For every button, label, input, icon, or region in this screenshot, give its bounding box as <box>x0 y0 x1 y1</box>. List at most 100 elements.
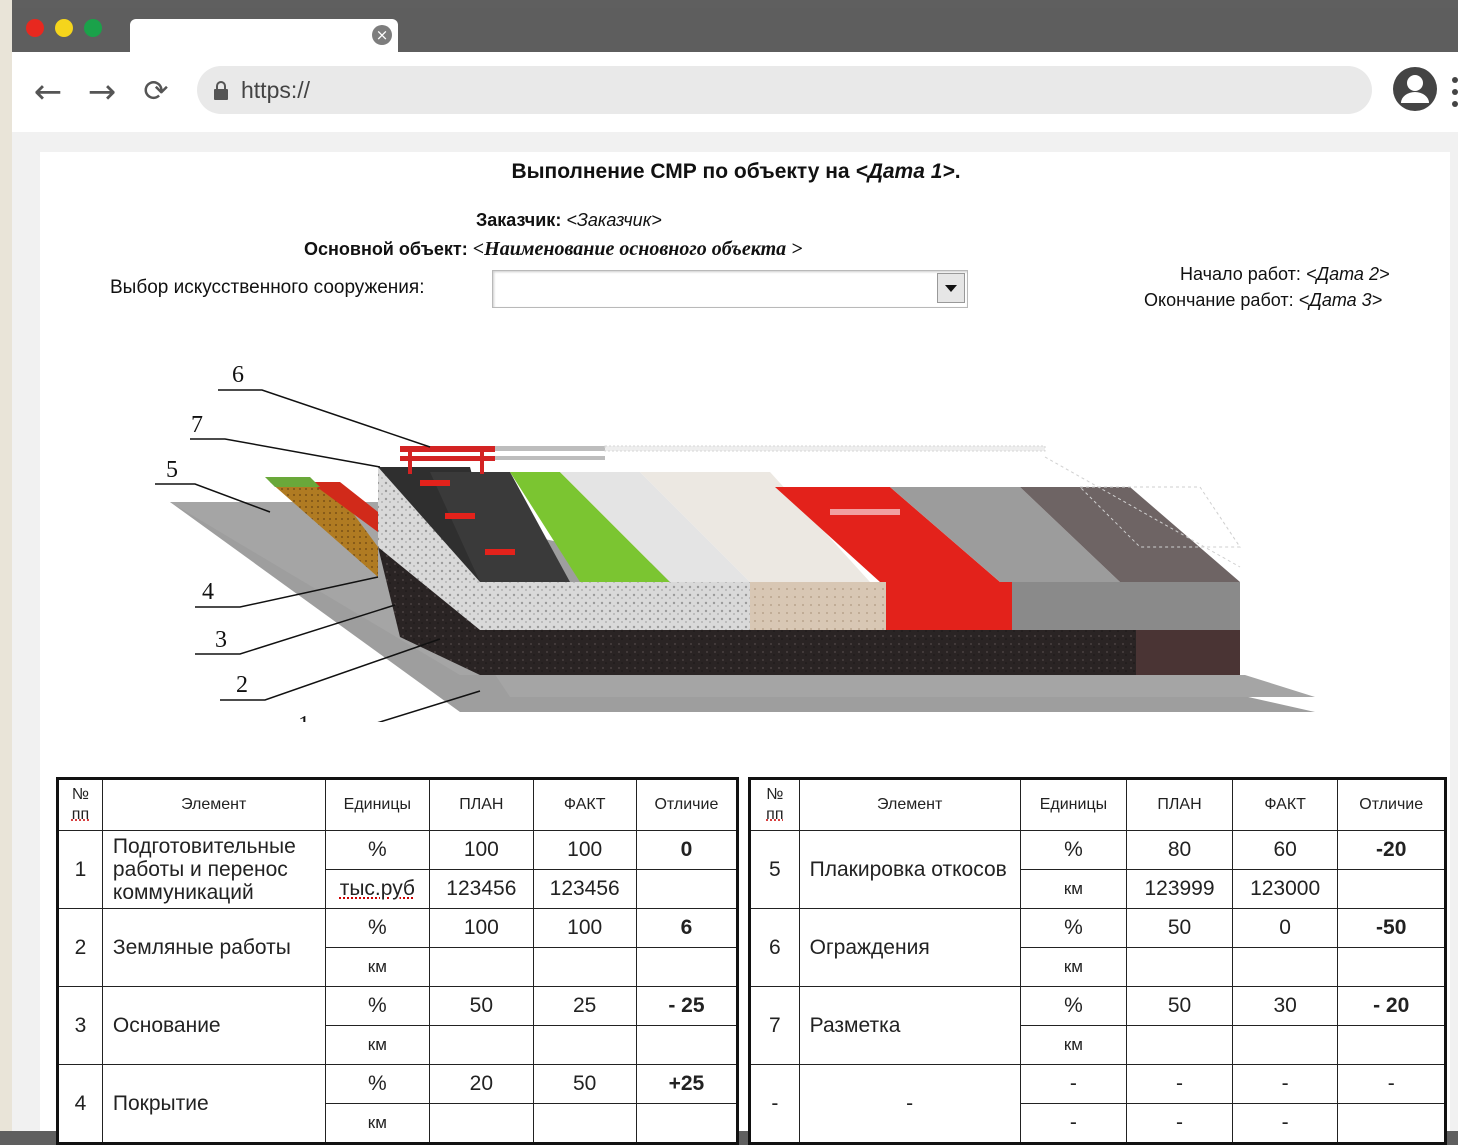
forward-arrow-icon[interactable]: → <box>80 70 124 114</box>
row-fact: 100 <box>532 908 637 948</box>
row-fact <box>532 1103 637 1144</box>
callout-4: 4 <box>202 579 214 605</box>
row-number: 2 <box>57 908 103 987</box>
row-fact: 100 <box>532 830 637 870</box>
background-window-edge <box>0 0 12 1131</box>
row-fact <box>532 947 637 987</box>
row-unit: % <box>1019 830 1128 870</box>
close-window-button[interactable] <box>26 19 44 37</box>
row-diff <box>1337 1103 1446 1144</box>
end-date-line: Окончание работ: <Дата 3> <box>1144 290 1382 311</box>
table-header-row: № пп Элемент Единицы ПЛАН ФАКТ Отличие <box>749 778 1446 831</box>
row-plan <box>1126 947 1233 987</box>
customer-line: Заказчик: <Заказчик> <box>476 210 662 231</box>
row-element: Основание <box>101 986 326 1065</box>
row-element: Разметка <box>798 986 1021 1065</box>
row-unit: % <box>324 1064 431 1104</box>
header-num: № пп <box>749 778 800 831</box>
customer-value: <Заказчик> <box>566 210 662 230</box>
row-element: Покрытие <box>101 1064 326 1144</box>
row-unit: - <box>1019 1064 1128 1104</box>
reload-icon[interactable]: ⟳ <box>134 70 178 114</box>
row-unit: тыс.руб <box>324 869 431 909</box>
tab-close-icon[interactable]: × <box>372 25 392 45</box>
start-date-line: Начало работ: <Дата 2> <box>1180 264 1389 285</box>
header-plan: ПЛАН <box>429 778 534 831</box>
row-fact: 60 <box>1231 830 1339 870</box>
row-plan: 50 <box>1126 908 1233 948</box>
row-diff: - <box>1337 1064 1446 1104</box>
row-diff: - 20 <box>1337 986 1446 1026</box>
header-plan: ПЛАН <box>1126 778 1233 831</box>
row-plan: 20 <box>429 1064 534 1104</box>
row-fact <box>532 1025 637 1065</box>
row-element: Земляные работы <box>101 908 326 987</box>
maximize-window-button[interactable] <box>84 19 102 37</box>
row-fact: 50 <box>532 1064 637 1104</box>
row-fact: 0 <box>1231 908 1339 948</box>
row-unit: км <box>324 1103 431 1144</box>
callout-5: 5 <box>166 457 178 483</box>
row-fact: 123456 <box>532 869 637 909</box>
callout-1: 1 <box>298 712 310 722</box>
row-unit: км <box>324 947 431 987</box>
row-number: 4 <box>57 1064 103 1144</box>
structure-select[interactable] <box>492 270 968 308</box>
row-diff <box>1337 869 1446 909</box>
row-plan: 123456 <box>429 869 534 909</box>
row-number: 5 <box>749 830 800 909</box>
row-unit: % <box>1019 986 1128 1026</box>
table-row: 3 Основание% 50 25- 25 <box>57 986 739 1065</box>
callout-7: 7 <box>191 412 203 438</box>
header-units: Единицы <box>324 778 431 831</box>
dropdown-arrow-icon[interactable] <box>937 273 965 303</box>
row-number: 6 <box>749 908 800 987</box>
page-title: Выполнение СМР по объекту на <Дата 1>. <box>40 160 1432 184</box>
works-table-left: № пп Элемент Единицы ПЛАН ФАКТ Отличие 1П… <box>56 777 739 1145</box>
row-unit: % <box>324 986 431 1026</box>
row-plan: - <box>1126 1103 1233 1144</box>
table-row: 1 Подготовительные работы и перенос комму… <box>57 830 739 909</box>
main-object-value: <Наименование основного объекта > <box>472 238 803 260</box>
row-fact: - <box>1231 1103 1339 1144</box>
row-unit: км <box>1019 947 1128 987</box>
row-fact <box>1231 1025 1339 1065</box>
road-cross-section-diagram: 6 7 5 4 3 2 1 <box>155 362 1315 722</box>
table-body-left: 1 Подготовительные работы и перенос комму… <box>57 830 739 1144</box>
row-diff: 0 <box>635 830 739 870</box>
profile-avatar-icon[interactable] <box>1392 66 1438 112</box>
row-unit: км <box>1019 869 1128 909</box>
url-text: https:// <box>241 77 311 103</box>
row-diff <box>635 947 739 987</box>
row-diff <box>635 1025 739 1065</box>
structure-select-label: Выбор искусственного сооружения: <box>110 277 425 298</box>
address-bar[interactable]: https:// <box>197 66 1372 114</box>
row-unit: % <box>1019 908 1128 948</box>
menu-kebab-icon[interactable] <box>1452 72 1458 112</box>
row-plan: 100 <box>429 908 534 948</box>
row-unit: - <box>1019 1103 1128 1144</box>
row-number: 7 <box>749 986 800 1065</box>
row-diff: -20 <box>1337 830 1446 870</box>
browser-tab[interactable]: × <box>130 19 398 52</box>
row-element: Плакировка откосов <box>798 830 1021 909</box>
table-row: ------ <box>749 1064 1446 1144</box>
row-fact: 25 <box>532 986 637 1026</box>
callout-2: 2 <box>236 672 248 698</box>
start-date-label: Начало работ: <box>1180 264 1301 284</box>
table-body-right: 5 Плакировка откосов% 80 60 -20 км 123999 12300… <box>749 830 1446 1144</box>
title-date: <Дата 1> <box>855 160 955 183</box>
callout-3: 3 <box>215 627 227 653</box>
row-unit: % <box>324 908 431 948</box>
row-fact: - <box>1231 1064 1339 1104</box>
header-num: № пп <box>57 778 103 831</box>
row-diff: - 25 <box>635 986 739 1026</box>
title-suffix: . <box>954 160 961 183</box>
minimize-window-button[interactable] <box>55 19 73 37</box>
row-plan: 50 <box>1126 986 1233 1026</box>
row-fact <box>1231 947 1339 987</box>
header-element: Элемент <box>101 778 326 831</box>
back-arrow-icon[interactable]: ← <box>26 70 70 114</box>
table-header-row: № пп Элемент Единицы ПЛАН ФАКТ Отличие <box>57 778 739 831</box>
browser-toolbar: ← → ⟳ https:// <box>12 52 1458 132</box>
